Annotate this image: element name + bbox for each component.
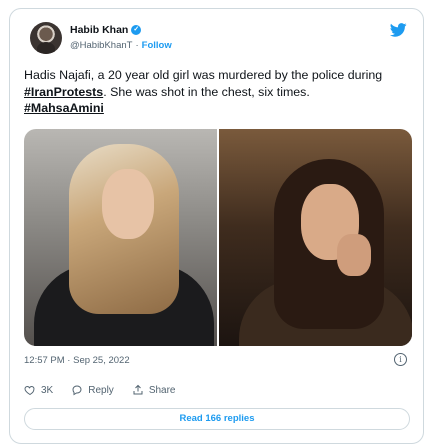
info-icon[interactable]: i	[394, 353, 407, 366]
tweet-timestamp[interactable]: 12:57 PM · Sep 25, 2022	[24, 355, 130, 366]
reply-button[interactable]: Reply	[71, 384, 114, 396]
reply-label: Reply	[88, 384, 114, 396]
tweet-text: Hadis Najafi, a 20 year old girl was mur…	[24, 67, 416, 117]
hashtag-link[interactable]: #MahsaAmini	[24, 101, 104, 115]
twitter-bird-icon[interactable]	[390, 23, 407, 37]
author-name-row: Habib Khan ✓	[70, 24, 142, 36]
tweet-text-part: . She was shot in the chest, six times.	[103, 84, 310, 99]
verified-badge-icon: ✓	[131, 25, 142, 35]
tweet-text-part: Hadis Najafi, a 20 year old girl was mur…	[24, 68, 383, 82]
reply-icon	[72, 385, 82, 396]
photo-shape	[337, 234, 371, 276]
author-handle-row: @HabibKhanT · Follow	[70, 40, 172, 51]
like-button[interactable]: 3K	[24, 384, 53, 396]
tweet-card: Habib Khan ✓ @HabibKhanT · Follow Hadis …	[9, 8, 424, 444]
tweet-photo[interactable]	[219, 129, 412, 346]
tweet-media	[24, 129, 412, 346]
like-count: 3K	[41, 384, 54, 396]
separator: ·	[135, 40, 139, 51]
tweet-photo[interactable]	[24, 129, 217, 346]
follow-button[interactable]: Follow	[142, 40, 172, 51]
share-icon	[133, 384, 143, 395]
tweet-actions: 3K Reply Share	[24, 384, 194, 396]
photo-shape	[102, 169, 154, 239]
hashtag-link[interactable]: #IranProtests	[24, 85, 103, 99]
author-avatar[interactable]	[30, 22, 62, 54]
author-handle[interactable]: @HabibKhanT	[70, 40, 132, 51]
share-label: Share	[148, 384, 176, 396]
heart-icon	[24, 385, 35, 396]
read-replies-button[interactable]: Read 166 replies	[24, 408, 410, 430]
share-button[interactable]: Share	[132, 384, 176, 396]
author-name[interactable]: Habib Khan	[70, 24, 128, 36]
